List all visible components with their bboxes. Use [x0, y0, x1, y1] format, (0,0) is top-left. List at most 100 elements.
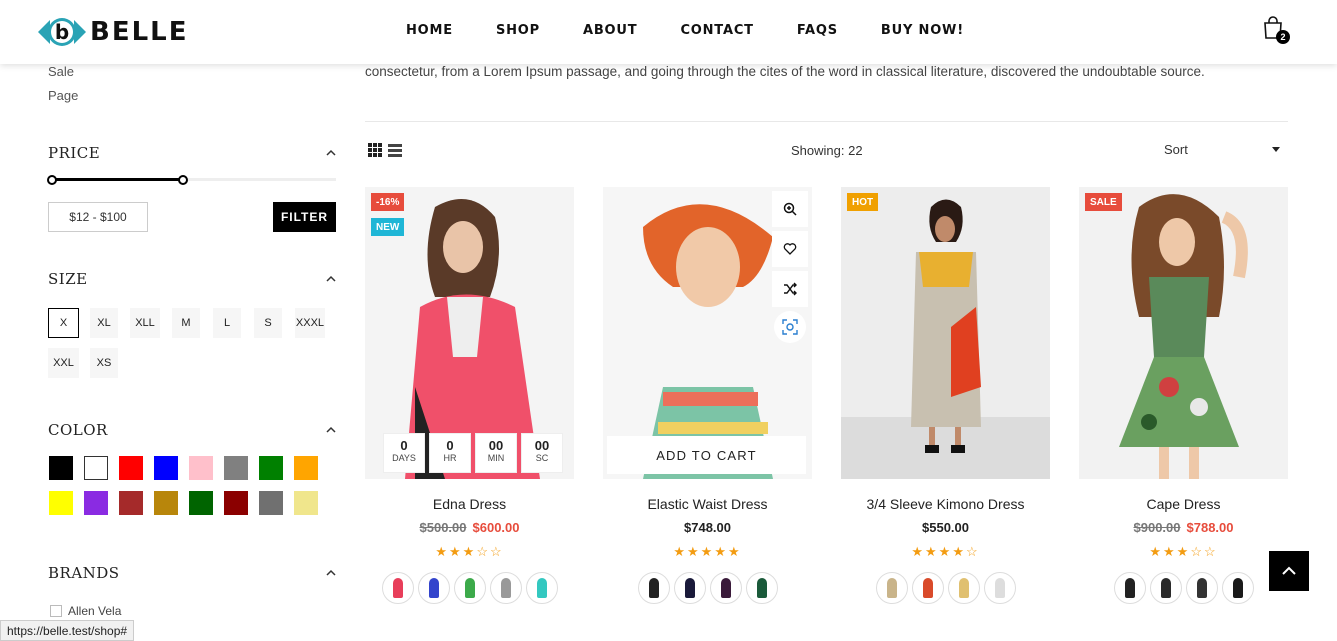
color-swatch[interactable] — [189, 491, 213, 515]
product-image[interactable]: SALE — [1079, 187, 1288, 479]
color-variants — [365, 572, 574, 604]
back-to-top-button[interactable] — [1269, 551, 1309, 591]
product-badge: -16% — [371, 193, 405, 211]
color-swatch[interactable] — [294, 456, 318, 480]
variant-thumbnail[interactable] — [417, 572, 450, 604]
variant-thumbnail[interactable] — [1149, 572, 1182, 604]
nav-about[interactable]: ABOUT — [583, 23, 637, 38]
chevron-up-icon[interactable] — [326, 425, 336, 435]
color-variants — [603, 572, 812, 604]
color-swatch[interactable] — [224, 491, 248, 515]
size-option-l[interactable]: L — [213, 308, 241, 338]
sort-select[interactable]: Sort — [1164, 142, 1280, 157]
quick-view-button[interactable] — [772, 191, 808, 227]
nav-home[interactable]: HOME — [406, 23, 453, 38]
ar-view-button[interactable] — [774, 311, 806, 343]
color-swatch[interactable] — [259, 491, 283, 515]
product-image[interactable]: HOT — [841, 187, 1050, 479]
size-option-xxl[interactable]: XXL — [48, 348, 79, 378]
color-swatch[interactable] — [259, 456, 283, 480]
product-image[interactable]: ADD TO CART — [603, 187, 812, 479]
price-slider-max-handle[interactable] — [178, 175, 188, 185]
size-option-xl[interactable]: XL — [90, 308, 118, 338]
star-filled-icon: ★ — [687, 544, 701, 559]
product-name[interactable]: 3/4 Sleeve Kimono Dress — [841, 496, 1050, 512]
nav-buy-now[interactable]: BUY NOW! — [881, 23, 964, 38]
shuffle-icon — [784, 282, 797, 296]
variant-thumbnail[interactable] — [525, 572, 558, 604]
size-option-s[interactable]: S — [254, 308, 282, 338]
product-image[interactable]: -16% NEW 0 DAYS 0 HR 00 MIN 00 SC — [365, 187, 574, 479]
variant-thumbnail[interactable] — [745, 572, 778, 604]
grid-view-icon[interactable] — [368, 143, 382, 157]
size-option-xs[interactable]: XS — [90, 348, 118, 378]
color-title: COLOR — [48, 421, 108, 439]
color-swatch[interactable] — [119, 456, 143, 480]
star-empty-icon: ☆ — [1203, 544, 1218, 559]
size-option-m[interactable]: M — [172, 308, 200, 338]
variant-thumbnail[interactable] — [1185, 572, 1218, 604]
product-price: $500.00 $600.00 — [365, 520, 574, 535]
variant-thumbnail[interactable] — [637, 572, 670, 604]
chevron-up-icon[interactable] — [326, 568, 336, 578]
divider — [365, 121, 1288, 122]
variant-thumbnail[interactable] — [381, 572, 414, 604]
wishlist-button[interactable] — [772, 231, 808, 267]
color-swatch[interactable] — [294, 491, 318, 515]
product-badge: HOT — [847, 193, 879, 211]
brands-title: BRANDS — [48, 564, 120, 582]
variant-thumbnail[interactable] — [911, 572, 944, 604]
product-name[interactable]: Edna Dress — [365, 496, 574, 512]
chevron-up-icon[interactable] — [326, 148, 336, 158]
product-price: $550.00 — [841, 520, 1050, 535]
price-slider[interactable] — [48, 178, 336, 181]
color-swatch[interactable] — [224, 456, 248, 480]
variant-thumbnail[interactable] — [1113, 572, 1146, 604]
color-swatch[interactable] — [189, 456, 213, 480]
add-to-cart-button[interactable]: ADD TO CART — [607, 436, 806, 474]
caret-down-icon — [1272, 147, 1280, 152]
variant-thumbnail[interactable] — [673, 572, 706, 604]
rating-stars: ★★★☆☆ — [365, 544, 574, 560]
nav-faqs[interactable]: FAQS — [797, 23, 838, 38]
color-swatch[interactable] — [119, 491, 143, 515]
rating-stars: ★★★☆☆ — [1079, 544, 1288, 560]
chevron-up-icon[interactable] — [326, 274, 336, 284]
site-header: b BELLE HOME SHOP ABOUT CONTACT FAQS BUY… — [0, 0, 1337, 64]
variant-thumbnail[interactable] — [453, 572, 486, 604]
zoom-in-icon — [783, 202, 797, 216]
cart-button[interactable]: 2 — [1262, 16, 1292, 46]
variant-thumbnail[interactable] — [709, 572, 742, 604]
brand-checkbox[interactable] — [50, 605, 62, 617]
color-swatch[interactable] — [84, 456, 108, 480]
heart-icon — [783, 243, 797, 255]
size-option-xxxl[interactable]: XXXL — [295, 308, 325, 338]
size-option-x[interactable]: X — [48, 308, 79, 338]
color-swatch[interactable] — [49, 491, 73, 515]
variant-thumbnail[interactable] — [875, 572, 908, 604]
sidebar-link-page[interactable]: Page — [48, 88, 78, 103]
variant-thumbnail[interactable] — [947, 572, 980, 604]
variant-thumbnail[interactable] — [1221, 572, 1254, 604]
star-filled-icon: ★ — [462, 544, 477, 559]
star-filled-icon: ★ — [673, 544, 688, 559]
nav-contact[interactable]: CONTACT — [680, 23, 753, 38]
color-swatch[interactable] — [154, 491, 178, 515]
sidebar-link-sale[interactable]: Sale — [48, 64, 74, 79]
variant-thumbnail[interactable] — [983, 572, 1016, 604]
star-empty-icon: ☆ — [1190, 544, 1204, 559]
list-view-icon[interactable] — [388, 143, 402, 157]
price-slider-min-handle[interactable] — [47, 175, 57, 185]
brand-label[interactable]: Allen Vela — [68, 604, 121, 618]
product-name[interactable]: Elastic Waist Dress — [603, 496, 812, 512]
color-swatch[interactable] — [49, 456, 73, 480]
variant-thumbnail[interactable] — [489, 572, 522, 604]
compare-button[interactable] — [772, 271, 808, 307]
color-swatch[interactable] — [84, 491, 108, 515]
product-name[interactable]: Cape Dress — [1079, 496, 1288, 512]
brand-logo[interactable]: b BELLE — [36, 12, 188, 52]
size-option-xll[interactable]: XLL — [130, 308, 160, 338]
filter-button[interactable]: FILTER — [273, 202, 336, 232]
nav-shop[interactable]: SHOP — [496, 23, 540, 38]
color-swatch[interactable] — [154, 456, 178, 480]
